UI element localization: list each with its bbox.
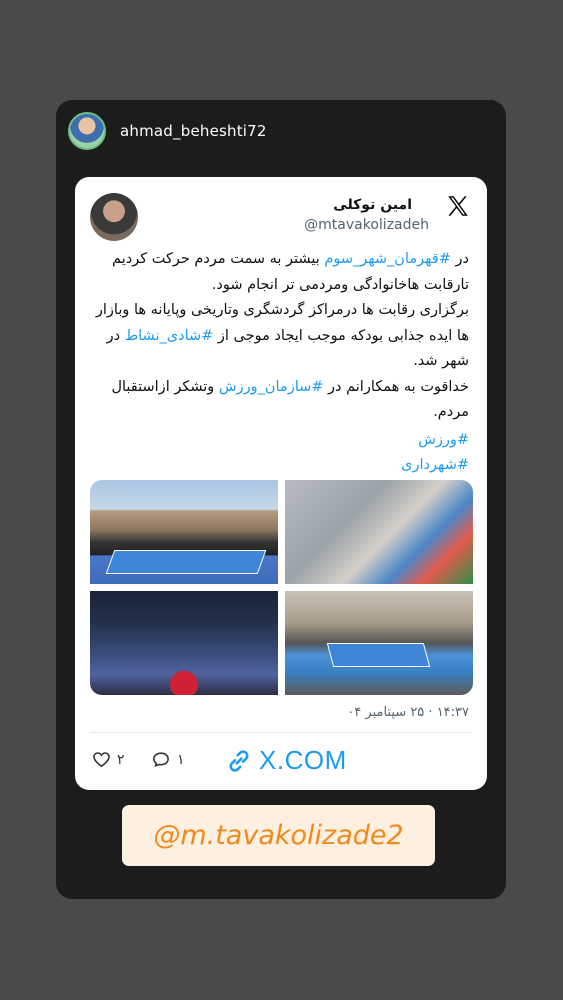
reply-count: ۱ xyxy=(177,751,185,768)
author-handle[interactable]: @mtavakolizadeh xyxy=(304,217,429,233)
tweet-text: در #قهرمان_شهر_سوم بیشتر به سمت مردم حرک… xyxy=(93,247,469,479)
story-username[interactable]: ahmad_beheshti72 xyxy=(120,122,267,140)
media-photo[interactable] xyxy=(285,591,473,695)
ping-pong-table xyxy=(105,550,267,574)
ping-pong-table xyxy=(326,643,431,667)
hashtag-link[interactable]: #ورزش xyxy=(93,428,469,454)
heart-icon xyxy=(93,752,110,768)
author-name[interactable]: امین توکلی xyxy=(333,197,412,213)
hashtag-link[interactable]: #شادی_نشاط xyxy=(125,328,214,344)
text-span: خداقوت به همکارانم در xyxy=(323,378,469,395)
divider xyxy=(90,732,472,733)
hashtag-list: #ورزش #شهرداری xyxy=(93,428,469,479)
story-avatar[interactable] xyxy=(68,112,106,150)
tweet-timestamp: ۱۴:۳۷ · ۲۵ سپتامبر ۰۴ xyxy=(347,705,469,720)
instagram-handle-badge[interactable]: @m.tavakolizade2 xyxy=(122,805,435,866)
hashtag-link[interactable]: #شهرداری xyxy=(93,453,469,479)
author-avatar[interactable] xyxy=(90,193,138,241)
like-button[interactable]: ۲ xyxy=(92,750,125,769)
story-header: ahmad_beheshti72 xyxy=(68,112,267,150)
tweet-paragraph-1: در #قهرمان_شهر_سوم بیشتر به سمت مردم حرک… xyxy=(93,247,469,298)
reply-bubble-icon xyxy=(153,752,169,768)
like-count: ۲ xyxy=(117,751,125,768)
reply-button[interactable]: ۱ xyxy=(151,750,185,769)
story-frame: ahmad_beheshti72 امین توکلی @mtavakoliza… xyxy=(56,100,506,899)
media-grid xyxy=(90,480,473,695)
tweet-paragraph-3: خداقوت به همکارانم در #سازمان_ورزش وتشکر… xyxy=(93,375,469,426)
link-icon xyxy=(229,749,249,772)
xcom-link[interactable]: X.COM xyxy=(225,745,347,776)
media-photo[interactable] xyxy=(90,480,278,584)
instagram-handle: @m.tavakolizade2 xyxy=(153,820,404,851)
media-photo[interactable] xyxy=(285,480,473,584)
tweet-card[interactable]: امین توکلی @mtavakolizadeh در #قهرمان_شه… xyxy=(75,177,487,790)
xcom-text: X.COM xyxy=(259,745,347,775)
tweet-paragraph-2: برگزاری رقابت ها درمراکز گردشگری وتاریخی… xyxy=(93,298,469,375)
hashtag-link[interactable]: #قهرمان_شهر_سوم xyxy=(324,251,451,267)
hashtag-link[interactable]: #سازمان_ورزش xyxy=(219,379,324,395)
text-span: در xyxy=(450,251,469,267)
x-logo-icon xyxy=(448,196,468,216)
media-photo[interactable] xyxy=(90,591,278,695)
